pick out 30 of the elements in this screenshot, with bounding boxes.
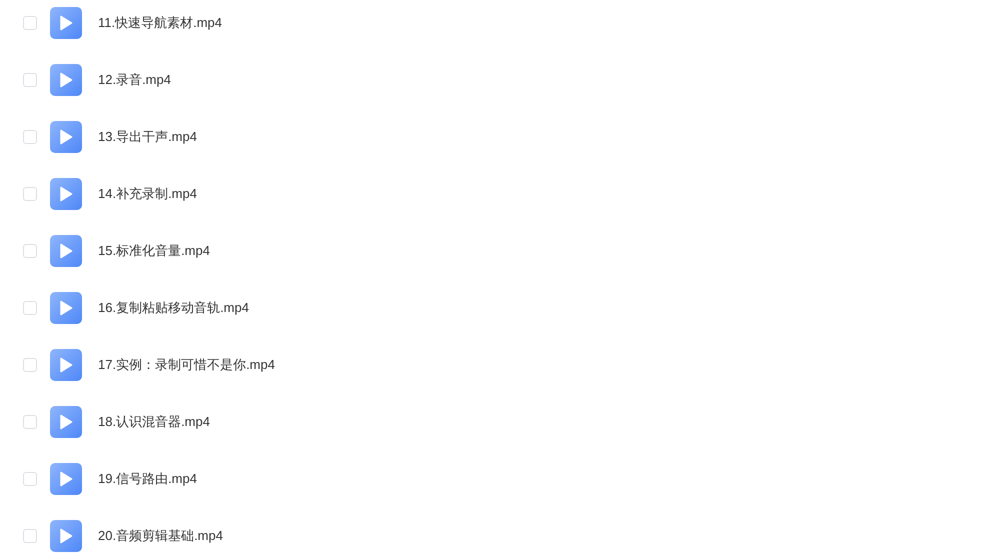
file-name[interactable]: 20.音频剪辑基础.mp4 xyxy=(98,526,223,546)
video-play-icon xyxy=(50,178,82,210)
file-name[interactable]: 17.实例：录制可惜不是你.mp4 xyxy=(98,354,275,374)
file-name[interactable]: 16.复制粘贴移动音轨.mp4 xyxy=(98,298,249,318)
video-play-icon xyxy=(50,520,82,552)
checkbox[interactable] xyxy=(23,244,37,258)
file-name[interactable]: 18.认识混音器.mp4 xyxy=(98,412,210,432)
checkbox[interactable] xyxy=(23,186,37,200)
video-play-icon xyxy=(50,6,82,38)
checkbox[interactable] xyxy=(23,72,37,86)
video-play-icon xyxy=(50,292,82,324)
checkbox[interactable] xyxy=(23,130,37,144)
checkbox[interactable] xyxy=(23,300,37,314)
file-name[interactable]: 13.导出干声.mp4 xyxy=(98,126,197,146)
video-play-icon xyxy=(50,348,82,380)
file-name[interactable]: 14.补充录制.mp4 xyxy=(98,184,197,204)
video-play-icon xyxy=(50,462,82,494)
file-name[interactable]: 12.录音.mp4 xyxy=(98,70,171,90)
checkbox[interactable] xyxy=(23,528,37,542)
video-play-icon xyxy=(50,406,82,438)
checkbox[interactable] xyxy=(23,358,37,372)
checkbox[interactable] xyxy=(23,472,37,486)
file-name[interactable]: 15.标准化音量.mp4 xyxy=(98,240,210,260)
checkbox[interactable] xyxy=(23,414,37,428)
file-name[interactable]: 19.信号路由.mp4 xyxy=(98,468,197,488)
checkbox[interactable] xyxy=(23,16,37,30)
file-name[interactable]: 11.快速导航素材.mp4 xyxy=(98,12,222,32)
video-play-icon xyxy=(50,234,82,266)
video-play-icon xyxy=(50,120,82,152)
video-play-icon xyxy=(50,64,82,96)
